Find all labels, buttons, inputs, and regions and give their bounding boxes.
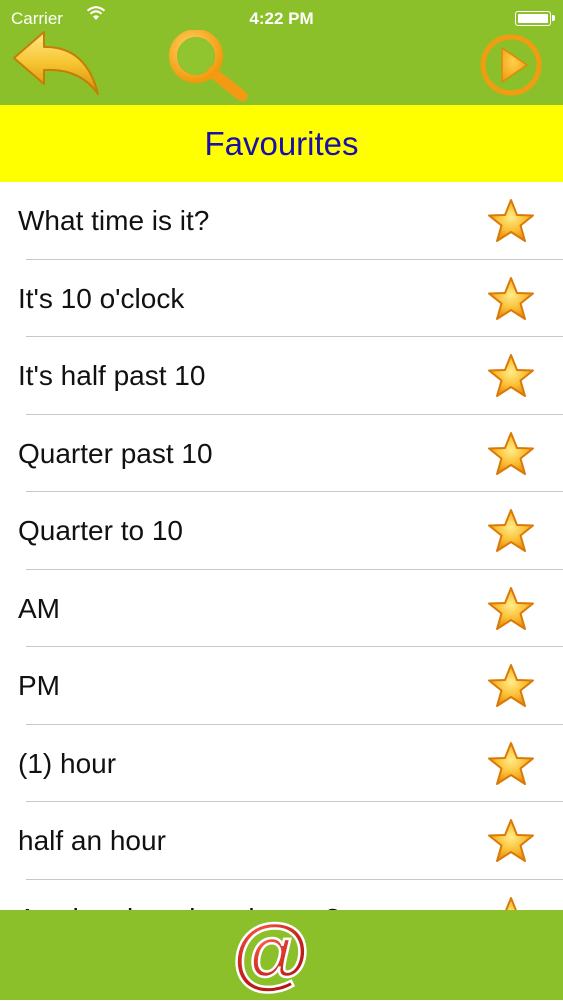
star-icon[interactable]: [487, 741, 535, 787]
phrase-label: AM: [18, 592, 60, 624]
star-icon[interactable]: [487, 896, 535, 911]
back-button[interactable]: [10, 28, 102, 100]
list-item[interactable]: AM: [0, 570, 563, 647]
list-item[interactable]: PM: [0, 647, 563, 725]
phrase-label: Quarter past 10: [18, 437, 213, 469]
email-button[interactable]: @: [228, 907, 314, 999]
play-button[interactable]: [478, 32, 544, 98]
title-bar: Favourites: [0, 105, 563, 182]
list-item[interactable]: At what time does it start?: [0, 880, 563, 911]
star-icon[interactable]: [487, 353, 535, 399]
magnifier-icon: [169, 29, 248, 102]
star-icon[interactable]: [487, 431, 535, 477]
list-item[interactable]: It's 10 o'clock: [0, 260, 563, 337]
svg-text:@: @: [232, 916, 310, 996]
phrase-label: (1) hour: [18, 747, 117, 779]
battery-icon: [515, 11, 555, 26]
star-icon[interactable]: [487, 508, 535, 554]
phrase-label: It's 10 o'clock: [18, 282, 185, 314]
play-icon: [480, 34, 542, 96]
star-icon[interactable]: [487, 276, 535, 322]
top-toolbar: Carrier 4:22 PM: [0, 0, 563, 105]
phrase-label: PM: [18, 670, 60, 701]
back-arrow-icon: [13, 31, 99, 95]
list-item[interactable]: (1) hour: [0, 725, 563, 802]
phrase-label: At what time does it start?: [18, 880, 340, 911]
at-sign-icon: @: [231, 907, 312, 999]
bottom-toolbar: @: [0, 907, 563, 1000]
list-item[interactable]: What time is it?: [0, 182, 563, 260]
star-icon[interactable]: [487, 586, 535, 632]
status-time: 4:22 PM: [249, 9, 314, 28]
star-icon[interactable]: [487, 198, 535, 244]
phrase-label: Quarter to 10: [18, 515, 183, 546]
list-item[interactable]: Quarter past 10: [0, 415, 563, 492]
favourites-list[interactable]: What time is it? It's 10 o'clock It's ha…: [0, 182, 563, 910]
star-icon[interactable]: [487, 663, 535, 709]
phrase-label: It's half past 10: [18, 360, 206, 391]
star-icon[interactable]: [487, 818, 535, 864]
phrase-label: half an hour: [18, 825, 166, 856]
list-item[interactable]: Quarter to 10: [0, 492, 563, 570]
page-title: Favourites: [204, 124, 359, 162]
phrase-label: What time is it?: [18, 205, 210, 236]
list-item[interactable]: half an hour: [0, 802, 563, 880]
search-button[interactable]: [158, 29, 254, 104]
list-item[interactable]: It's half past 10: [0, 337, 563, 415]
